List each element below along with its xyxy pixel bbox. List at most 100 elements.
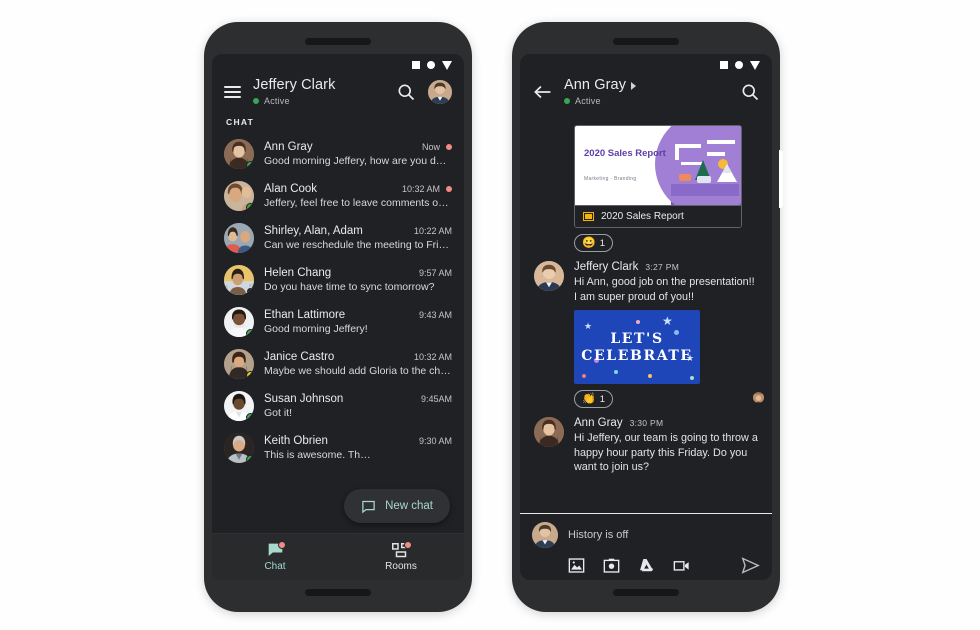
google-slides-icon: [583, 212, 594, 221]
compose-attachment-row: [532, 548, 760, 574]
conversation-row-body: Shirley, Alan, Adam 10:22 AM Can we resche…: [264, 225, 452, 251]
conversation-row-top: Helen Chang 9:57 AM: [264, 267, 452, 279]
avatar[interactable]: [224, 181, 254, 211]
message-time: 3:30 PM: [629, 418, 664, 428]
avatar[interactable]: [534, 417, 564, 447]
circle-icon: [427, 61, 435, 69]
power-button[interactable]: [779, 150, 783, 208]
conversation-row[interactable]: Janice Castro 10:32 AM Maybe we should add…: [212, 343, 464, 385]
avatar[interactable]: [428, 79, 452, 104]
conversation-row[interactable]: Ann Gray Now Good morning Jeffery, how are…: [212, 133, 464, 175]
slide-illustration: [671, 140, 739, 196]
conversation-preview: Good morning Jeffery!: [264, 323, 368, 335]
conversation-row-top: Ethan Lattimore 9:43 AM: [264, 309, 452, 321]
camera-icon[interactable]: [603, 558, 620, 573]
send-icon[interactable]: [741, 557, 760, 574]
search-icon[interactable]: [396, 82, 416, 102]
video-icon[interactable]: [673, 558, 690, 573]
conversation-row-top: Ann Gray Now: [264, 141, 452, 153]
section-label-chat: CHAT: [226, 117, 255, 127]
conversation-row[interactable]: Alan Cook 10:32 AM Jeffery, feel free to l…: [212, 175, 464, 217]
conversation-time: 10:32 AM: [401, 184, 440, 194]
avatar[interactable]: [532, 522, 558, 548]
presence-row: Active: [253, 96, 396, 106]
conversation-row[interactable]: Shirley, Alan, Adam 10:22 AM Can we resche…: [212, 217, 464, 259]
presence-badge: [246, 455, 254, 463]
presence-badge: [246, 287, 254, 295]
left-phone-screen: Jeffery Clark Active CHAT Ann Gray Now Goo…: [212, 54, 464, 580]
conversation-list[interactable]: Ann Gray Now Good morning Jeffery, how are…: [212, 133, 464, 533]
square-icon: [412, 61, 420, 69]
presence-row: Active: [564, 96, 740, 106]
reaction-chip[interactable]: 👏 1: [574, 390, 613, 408]
message-text: Hi Jeffery, our team is going to throw a…: [574, 432, 758, 473]
avatar[interactable]: [224, 265, 254, 295]
nav-label-chat: Chat: [264, 561, 286, 572]
message-input-placeholder[interactable]: History is off: [568, 529, 628, 541]
compose-input-row[interactable]: History is off: [532, 522, 760, 548]
reaction-chip[interactable]: 😀 1: [574, 234, 613, 252]
rooms-grid-icon: [391, 541, 412, 558]
attachment-file-name: 2020 Sales Report: [601, 211, 684, 222]
nav-item-chat[interactable]: Chat: [212, 534, 338, 580]
square-icon: [720, 61, 728, 69]
home-indicator: [305, 589, 371, 596]
message-sender: Ann Gray: [574, 417, 623, 429]
search-icon[interactable]: [740, 82, 760, 102]
unread-dot: [446, 186, 452, 192]
conversation-row[interactable]: Ethan Lattimore 9:43 AM Good morning Jeffe…: [212, 301, 464, 343]
conversation-time: 9:57 AM: [418, 268, 452, 278]
avatar[interactable]: [224, 139, 254, 169]
conversation-name: Shirley, Alan, Adam: [264, 225, 363, 237]
badge-dot: [278, 541, 286, 549]
nav-label-rooms: Rooms: [385, 561, 417, 572]
compose-bar: History is off: [520, 513, 772, 580]
conversation-row[interactable]: Susan Johnson 9:45AM Got it!: [212, 385, 464, 427]
left-app-bar: Jeffery Clark Active: [212, 74, 464, 113]
presence-badge: [246, 161, 254, 169]
new-chat-button[interactable]: New chat: [344, 489, 450, 523]
confetti-dot: [674, 330, 679, 335]
badge-dot: [404, 541, 412, 549]
message-header: Ann Gray 3:30 PM: [574, 417, 758, 429]
message-thread[interactable]: 2020 Sales Report Marketing · Branding 2…: [520, 113, 772, 513]
conversation-time: 9:45AM: [420, 394, 452, 404]
image-icon[interactable]: [568, 558, 585, 573]
back-arrow-icon[interactable]: [532, 82, 552, 102]
conversation-row[interactable]: Keith Obrien 9:30 AM This is awesome. Th…: [212, 427, 464, 469]
presence-label: Active: [264, 96, 290, 106]
chat-bubble-icon: [265, 541, 286, 558]
conversation-time: 9:43 AM: [418, 310, 452, 320]
celebrate-image[interactable]: ★ ★ ★ LET'S CELEBRATE: [574, 310, 700, 384]
conversation-preview: This is awesome. Th…: [264, 449, 371, 461]
conversation-title[interactable]: Ann Gray: [564, 77, 740, 94]
avatar[interactable]: [224, 307, 254, 337]
conversation-row-body: Ann Gray Now Good morning Jeffery, how are…: [264, 141, 452, 167]
conversation-name: Keith Obrien: [264, 435, 328, 447]
conversation-name: Janice Castro: [264, 351, 335, 363]
avatar[interactable]: [224, 349, 254, 379]
conversation-preview: Jeffery, feel free to leave comments on …: [264, 197, 452, 209]
attachment-card-wrapper: 2020 Sales Report Marketing · Branding 2…: [520, 123, 772, 228]
hamburger-menu-icon[interactable]: [224, 85, 241, 98]
star-icon: ★: [584, 321, 593, 331]
conversation-title-text: Ann Gray: [564, 77, 627, 93]
nav-item-rooms[interactable]: Rooms: [338, 534, 464, 580]
conversation-row-top: Shirley, Alan, Adam 10:22 AM: [264, 225, 452, 237]
conversation-row[interactable]: Helen Chang 9:57 AM Do you have time to sy…: [212, 259, 464, 301]
presence-badge: [246, 203, 254, 211]
avatar[interactable]: [224, 433, 254, 463]
slide-preview-image: 2020 Sales Report Marketing · Branding: [575, 126, 741, 205]
presence-badge: [246, 371, 254, 379]
avatar[interactable]: [534, 261, 564, 291]
conversation-preview: Got it!: [264, 407, 293, 419]
slides-attachment-card[interactable]: 2020 Sales Report Marketing · Branding 2…: [574, 125, 742, 228]
read-receipt-avatar: [753, 392, 764, 403]
confetti-dot: [690, 376, 694, 380]
conversation-row-body: Keith Obrien 9:30 AM This is awesome. Th…: [264, 435, 452, 461]
google-drive-icon[interactable]: [638, 558, 655, 573]
avatar[interactable]: [224, 391, 254, 421]
avatar[interactable]: [224, 223, 254, 253]
conversation-row-top: Alan Cook 10:32 AM: [264, 183, 452, 195]
presence-label: Active: [575, 96, 601, 106]
